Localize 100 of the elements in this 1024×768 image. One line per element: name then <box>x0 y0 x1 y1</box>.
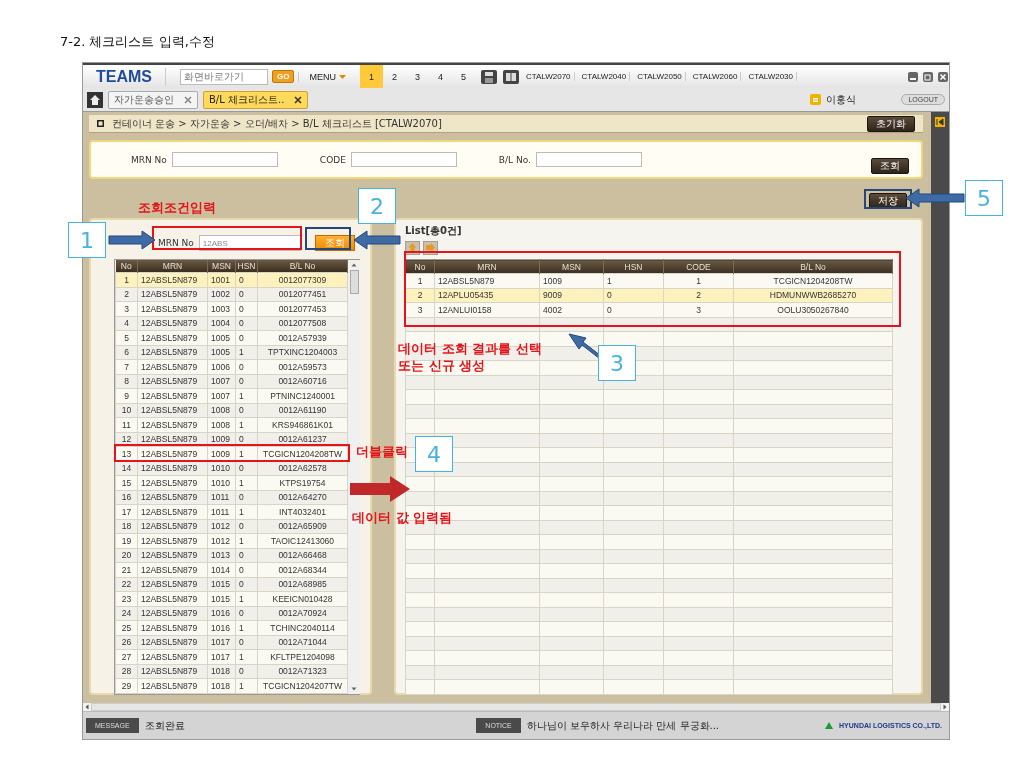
table-cell: 1004 <box>207 316 236 331</box>
table-cell: 23 <box>115 591 138 606</box>
input-field[interactable] <box>171 152 278 167</box>
table-cell: 1015 <box>207 577 236 592</box>
screen-tab[interactable]: CTALW2040 <box>578 72 631 81</box>
column-header: HSN <box>235 260 258 273</box>
table-cell: 0012A71323 <box>257 664 348 679</box>
table-cell: 12ABSL5N879 <box>137 432 208 447</box>
column-header: No <box>405 259 435 274</box>
table-cell: 1 <box>235 388 258 403</box>
table-cell: 0 <box>235 403 258 418</box>
table-cell: 0 <box>235 432 258 447</box>
page-tab[interactable]: 1 <box>359 65 383 88</box>
screen-tab[interactable]: CTALW2070 <box>522 72 575 81</box>
table-cell: 15 <box>115 475 138 490</box>
table-cell: 0 <box>235 461 258 476</box>
table-cell: 1009 <box>539 273 604 288</box>
square-icon <box>97 120 104 127</box>
table-row[interactable]: 1 12ABSL5N879 1001 0 0012077309 <box>115 272 348 287</box>
close-icon[interactable] <box>938 71 948 82</box>
table-cell: 1 <box>235 533 258 548</box>
input-field[interactable] <box>535 152 642 167</box>
reset-button[interactable]: 초기화 <box>867 115 915 132</box>
table-cell: 0 <box>235 606 258 621</box>
table-cell: 12ABSL5N879 <box>137 678 208 693</box>
table-cell: HDMUNWWB2685270 <box>733 288 893 303</box>
table-cell: 14 <box>115 461 138 476</box>
table-cell: 27 <box>115 649 138 664</box>
table-cell: 1012 <box>207 533 236 548</box>
table-cell: TCGICN1204208TW <box>733 273 893 288</box>
column-header: B/L No <box>733 259 893 274</box>
field-label: MRN No <box>158 238 194 248</box>
table-cell: 18 <box>115 519 138 534</box>
screen-tab[interactable]: CTALW2050 <box>634 72 686 81</box>
table-cell: 0 <box>235 330 258 345</box>
table-cell: 1012 <box>207 519 236 534</box>
table-cell: 1016 <box>207 606 236 621</box>
close-icon[interactable] <box>294 95 303 104</box>
table-cell: 12ABSL5N879 <box>137 417 208 432</box>
table-cell: 0 <box>235 635 258 650</box>
table-cell: 0012077508 <box>257 316 348 331</box>
table-cell: 0 <box>235 316 258 331</box>
screen-tab[interactable]: CTALW2030 <box>745 72 797 81</box>
table-cell: 12ABSL5N879 <box>434 273 540 288</box>
home-icon[interactable] <box>87 91 103 108</box>
collapse-icon[interactable] <box>935 117 945 127</box>
callout-number: 4 <box>415 436 453 472</box>
table-cell: 0 <box>603 288 664 303</box>
table-cell: KTPS19754 <box>257 475 348 490</box>
table-cell: 12 <box>115 432 138 447</box>
table-cell: 28 <box>115 664 138 679</box>
table-cell: 1 <box>235 504 258 519</box>
document-tab[interactable]: B/L 체크리스트.. <box>203 90 309 109</box>
scroll-thumb[interactable] <box>349 270 359 294</box>
page-tab[interactable]: 3 <box>405 65 429 88</box>
table-cell: 12ABSL5N879 <box>137 591 208 606</box>
document-tab[interactable]: 자가운송승인 <box>108 90 198 109</box>
column-header: MSN <box>539 259 604 274</box>
restore-icon[interactable] <box>923 71 933 82</box>
table-cell: 1 <box>235 591 258 606</box>
tab-label[interactable]: 자가운송승인 <box>114 92 174 107</box>
table-cell: 12ABSL5N879 <box>137 664 208 679</box>
table-cell: 1006 <box>207 359 236 374</box>
table-cell: 0 <box>235 301 258 316</box>
table-cell: 12ABSL5N879 <box>137 374 208 389</box>
table-cell: 0012A61237 <box>257 432 348 447</box>
table-cell: 1 <box>235 649 258 664</box>
column-header: CODE <box>663 259 734 274</box>
table-cell: 1 <box>603 273 664 288</box>
caret-icon <box>338 74 346 79</box>
table-cell: 0 <box>235 577 258 592</box>
table-cell: KFLTPE1204098 <box>257 649 348 664</box>
table-cell: 16 <box>115 490 138 505</box>
search-button[interactable]: 조회 <box>871 157 909 174</box>
table-cell: 1009 <box>207 432 236 447</box>
table-cell: 0012A65909 <box>257 519 348 534</box>
input-field[interactable] <box>350 152 457 167</box>
table-cell: 1017 <box>207 635 236 650</box>
list-title: List[총0건] <box>405 224 463 238</box>
page-tab[interactable]: 5 <box>451 65 475 88</box>
screen-tab[interactable]: CTALW2060 <box>689 72 742 81</box>
book-icon[interactable] <box>502 69 519 84</box>
table-cell: 1016 <box>207 620 236 635</box>
save-icon[interactable] <box>480 69 497 84</box>
table-cell: 0012A59573 <box>257 359 348 374</box>
table-cell: 1018 <box>207 678 236 693</box>
table-row[interactable]: 1 12ABSL5N879 1009 1 1 TCGICN1204208TW <box>405 273 893 288</box>
table-cell: 1005 <box>207 330 236 345</box>
page-tab[interactable]: 4 <box>428 65 452 88</box>
table-cell: 12ABSL5N879 <box>137 330 208 345</box>
page-tab[interactable]: 2 <box>382 65 406 88</box>
table-cell: 12ABSL5N879 <box>137 504 208 519</box>
table-cell: 0012A66468 <box>257 548 348 563</box>
minimize-icon[interactable] <box>908 71 918 82</box>
menu-button[interactable]: MENU <box>298 71 356 82</box>
table-cell: 0012A60716 <box>257 374 348 389</box>
table-cell: 1018 <box>207 664 236 679</box>
annotation-note: 데이터 값 입력됨 <box>352 510 453 527</box>
shortcut-field[interactable]: 화면바로가기 <box>180 68 268 85</box>
tab-label[interactable]: B/L 체크리스트.. <box>209 92 285 107</box>
